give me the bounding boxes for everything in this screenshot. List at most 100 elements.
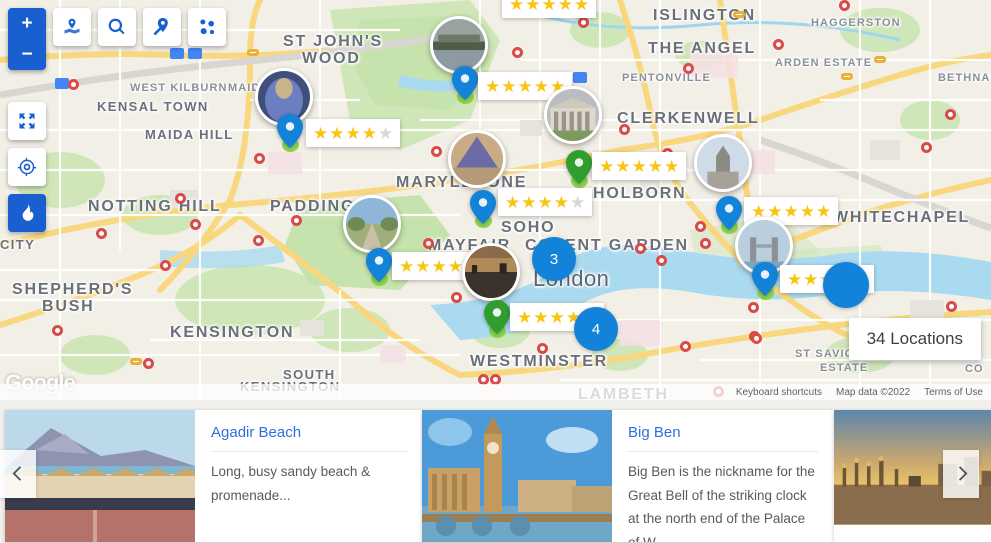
star-icon: ★ <box>313 123 329 143</box>
add-location-button[interactable] <box>53 8 91 46</box>
card-title[interactable]: Agadir Beach <box>211 424 407 452</box>
star-icon: ★ <box>557 0 573 14</box>
star-icon: ★ <box>803 269 819 289</box>
carousel-prev-button[interactable] <box>0 449 36 498</box>
locate-me-button[interactable] <box>8 148 46 186</box>
fullscreen-button[interactable] <box>8 102 46 140</box>
marker-rating: ★★★★★ <box>592 152 687 180</box>
map-transit-dot <box>55 78 69 89</box>
map-transit-dot <box>656 255 667 266</box>
map-transit-dot <box>695 221 706 232</box>
map-transit-dot <box>96 228 107 239</box>
map-transit-dot <box>537 343 548 354</box>
star-icon: ★ <box>549 307 565 327</box>
map-transit-dot <box>619 124 630 135</box>
star-icon: ★ <box>533 76 549 96</box>
map-transit-dot <box>143 358 154 369</box>
marker-thumbnail[interactable] <box>343 195 401 253</box>
location-card-carousel[interactable]: Agadir Beach Long, busy sandy beach & pro… <box>0 404 991 543</box>
card-body: Agadir Beach Long, busy sandy beach & pro… <box>195 410 423 542</box>
marker-pin[interactable] <box>470 190 496 224</box>
marker-thumbnail[interactable] <box>462 243 520 301</box>
chevron-right-icon <box>958 466 967 481</box>
star-icon: ★ <box>615 156 631 176</box>
star-icon: ★ <box>501 76 517 96</box>
star-icon: ★ <box>345 123 361 143</box>
attribution-terms-of-use[interactable]: Terms of Use <box>924 387 983 398</box>
star-icon: ★ <box>599 156 615 176</box>
star-icon: ★ <box>553 192 569 212</box>
star-icon: ★ <box>431 256 447 276</box>
marker-pin[interactable] <box>716 196 742 230</box>
marker-thumbnail[interactable] <box>448 130 506 188</box>
marker-pin[interactable] <box>752 262 778 296</box>
star-icon: ★ <box>537 192 553 212</box>
star-icon: ★ <box>329 123 345 143</box>
card-title[interactable]: Big Ben <box>628 424 818 452</box>
route-pin-button[interactable] <box>143 8 181 46</box>
star-icon: ★ <box>533 307 549 327</box>
marker-rating: ★★★★★ <box>306 119 401 147</box>
marker-pin[interactable] <box>277 114 303 148</box>
fullscreen-icon <box>19 113 35 129</box>
map-transit-dot <box>841 73 853 80</box>
marker-pin[interactable] <box>366 248 392 282</box>
marker-thumbnail[interactable] <box>694 134 752 192</box>
map-transit-dot <box>247 49 259 56</box>
zoom-control[interactable]: + − <box>8 8 46 70</box>
zoom-out-button[interactable]: − <box>8 39 46 70</box>
star-icon: ★ <box>541 0 557 14</box>
cluster-3[interactable]: 3 <box>532 237 576 281</box>
carousel-next-button[interactable] <box>943 449 979 498</box>
map-transit-dot <box>921 142 932 153</box>
marker-rating: ★★★★★ <box>498 188 593 216</box>
star-icon: ★ <box>415 256 431 276</box>
heatmap-button[interactable] <box>8 194 46 232</box>
map-transit-dot <box>748 302 759 313</box>
card-big-ben[interactable]: Big Ben Big Ben is the nickname for the G… <box>422 410 834 542</box>
star-icon: ★ <box>399 256 415 276</box>
map-attribution-bar: Keyboard shortcuts Map data ©2022 Terms … <box>0 384 991 400</box>
star-icon: ★ <box>647 156 663 176</box>
attribution-keyboard-shortcuts[interactable]: Keyboard shortcuts <box>736 387 822 398</box>
marker-pin[interactable] <box>484 300 510 334</box>
card-agadir-beach[interactable]: Agadir Beach Long, busy sandy beach & pro… <box>5 410 423 542</box>
star-icon: ★ <box>485 76 501 96</box>
star-icon: ★ <box>570 192 586 212</box>
star-icon: ★ <box>664 156 680 176</box>
card-image <box>422 410 612 542</box>
star-icon: ★ <box>525 0 541 14</box>
star-icon: ★ <box>505 192 521 212</box>
map-transit-dot <box>190 219 201 230</box>
cluster-markers-button[interactable] <box>188 8 226 46</box>
map-transit-dot <box>52 325 63 336</box>
star-icon: ★ <box>783 201 799 221</box>
zoom-in-button[interactable]: + <box>8 8 46 39</box>
marker-pin[interactable] <box>566 150 592 184</box>
map-transit-dot <box>680 341 691 352</box>
map-transit-dot <box>839 0 850 11</box>
search-button[interactable] <box>98 8 136 46</box>
map-transit-dot <box>751 333 762 344</box>
attribution-map-data: Map data ©2022 <box>836 386 911 398</box>
locations-count-badge[interactable]: 34 Locations <box>848 318 981 360</box>
star-icon: ★ <box>631 156 647 176</box>
star-icon: ★ <box>787 269 803 289</box>
map-transit-dot <box>700 238 711 249</box>
map-transit-dot <box>188 48 202 59</box>
map-canvas[interactable]: ST JOHN'S WOOD ISLINGTON HAGGERSTON THE ANGE… <box>0 0 991 400</box>
map-transit-dot <box>874 56 886 63</box>
marker-thumbnail[interactable] <box>544 86 602 144</box>
marker-pin[interactable] <box>452 66 478 100</box>
cluster-4[interactable]: 4 <box>574 307 618 351</box>
star-icon: ★ <box>378 123 394 143</box>
map-transit-dot <box>733 11 745 18</box>
map-transit-dot <box>946 301 957 312</box>
star-icon: ★ <box>447 256 463 276</box>
search-icon <box>108 18 125 35</box>
map-transit-dot <box>635 243 646 254</box>
cluster-east[interactable] <box>823 262 869 308</box>
map-transit-dot <box>160 260 171 271</box>
star-icon: ★ <box>574 0 590 14</box>
map-transit-dot <box>175 193 186 204</box>
